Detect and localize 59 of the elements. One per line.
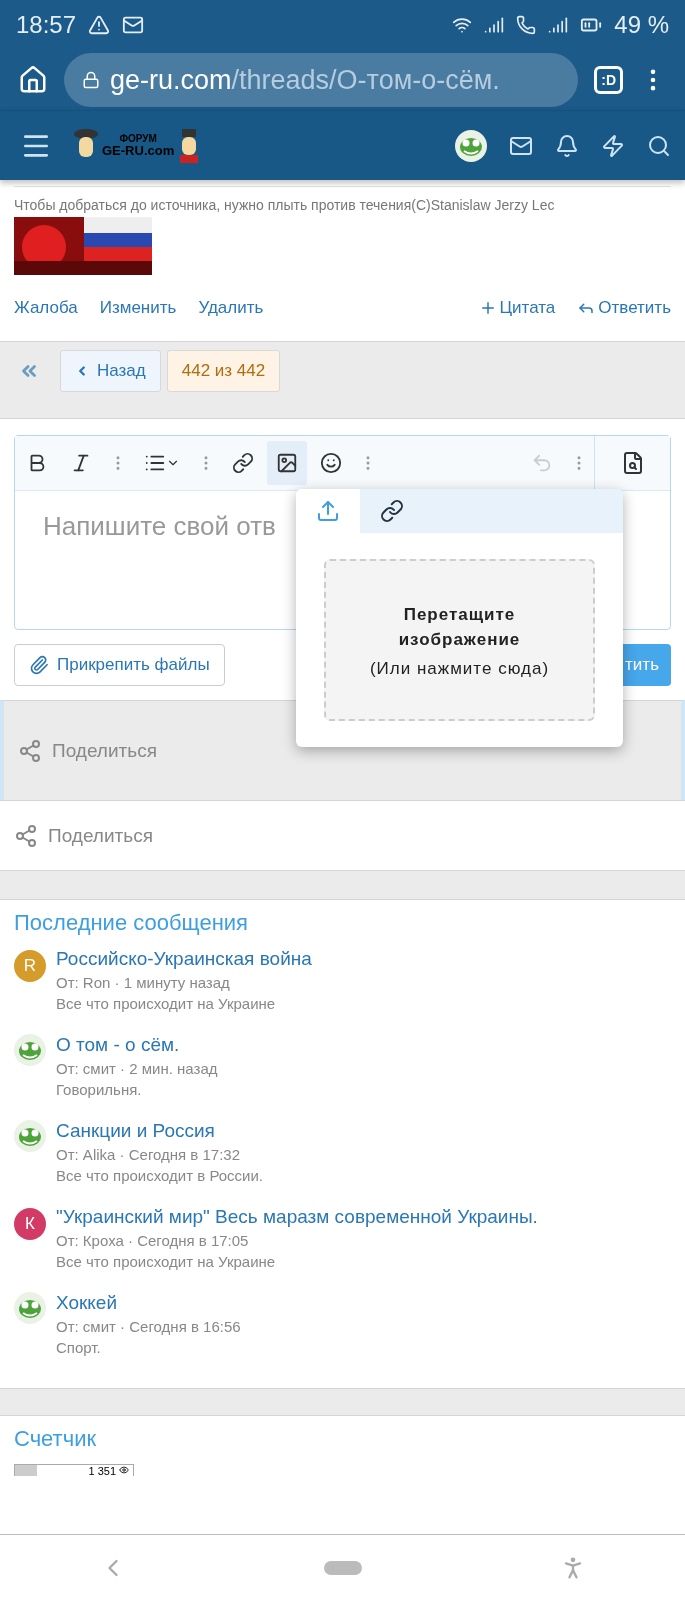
upload-icon — [316, 499, 340, 523]
bell-icon[interactable] — [555, 133, 579, 158]
warning-icon — [88, 14, 111, 36]
reply-link[interactable]: Ответить — [577, 298, 671, 318]
forum-logo[interactable]: ФОРУМ GE-RU.com — [74, 128, 201, 163]
link-icon — [380, 499, 404, 523]
forum-name: Спорт. — [56, 1339, 102, 1356]
mail-icon — [122, 14, 145, 36]
section-title: Счетчик — [14, 1426, 98, 1452]
status-time: 18:57 — [16, 11, 77, 39]
visit-counter: 1 351 — [14, 1464, 134, 1476]
url-field[interactable]: ge-ru.com/threads/О-том-о-сём. — [64, 53, 579, 107]
quote-link[interactable]: Цитата — [478, 298, 556, 318]
wifi-icon — [452, 15, 473, 35]
phone-icon — [516, 15, 537, 35]
forum-name: Говорильня. — [56, 1081, 143, 1098]
forum-name: Все что происходит на Украине — [56, 995, 277, 1012]
thread-meta: От: смит · Сегодня в 16:56 — [56, 1318, 241, 1335]
paperclip-icon — [29, 655, 49, 675]
avatar: К — [14, 1208, 46, 1240]
image-icon — [276, 452, 298, 474]
eye-icon — [119, 1465, 129, 1475]
post-action-link[interactable]: Изменить — [99, 298, 177, 318]
attach-files-button[interactable]: Прикрепить файлы — [14, 644, 225, 686]
share-icon — [18, 738, 42, 763]
home-icon[interactable] — [18, 65, 48, 95]
thread-link[interactable]: О том - о сём. — [56, 1034, 218, 1056]
section-title: Последние сообщения — [14, 910, 250, 936]
lock-icon — [82, 71, 100, 89]
image-drop-zone[interactable]: Перетащите изображение (Или нажмите сюда) — [324, 559, 595, 721]
thread-link[interactable]: Российско-Украинская война — [56, 948, 312, 970]
share-link[interactable]: Поделиться — [18, 738, 157, 763]
smiley-icon — [320, 452, 342, 474]
lightning-icon[interactable] — [601, 133, 625, 158]
thread-link[interactable]: "Украинский мир" Весь маразм современной Украины. — [56, 1206, 538, 1228]
post-action-link[interactable]: Удалить — [198, 298, 264, 318]
thread-meta: От: Ron · 1 минуту назад — [56, 974, 231, 991]
signal-icon — [548, 15, 569, 35]
post-action-link[interactable]: Жалоба — [14, 298, 78, 318]
link-icon — [232, 452, 254, 474]
battery-level: 49 % — [614, 11, 669, 39]
avatar: R — [14, 950, 46, 982]
back-button[interactable]: Назад — [60, 350, 161, 392]
image-button[interactable] — [267, 441, 307, 485]
thread-meta: От: Кроха · Сегодня в 17:05 — [56, 1232, 250, 1249]
page-indicator[interactable]: 442 из 442 — [166, 350, 281, 392]
thread-link[interactable]: Санкции и Россия — [56, 1120, 263, 1142]
signal-icon — [484, 15, 505, 35]
share-link[interactable]: Поделиться — [14, 823, 153, 848]
editor-placeholder: Напишите свой отв — [43, 511, 276, 542]
thread-meta: От: Alika · Сегодня в 17:32 — [56, 1146, 242, 1163]
tabs-button[interactable]: :D — [594, 66, 623, 94]
forum-name: Все что происходит в России. — [56, 1167, 263, 1184]
thread-meta: От: смит · 2 мин. назад — [56, 1060, 218, 1077]
undo-icon — [531, 452, 553, 474]
forum-name: Все что происходит на Украине — [56, 1253, 277, 1270]
share-icon — [14, 823, 38, 848]
thread-link[interactable]: Хоккей — [56, 1292, 241, 1314]
search-icon[interactable] — [647, 133, 671, 158]
